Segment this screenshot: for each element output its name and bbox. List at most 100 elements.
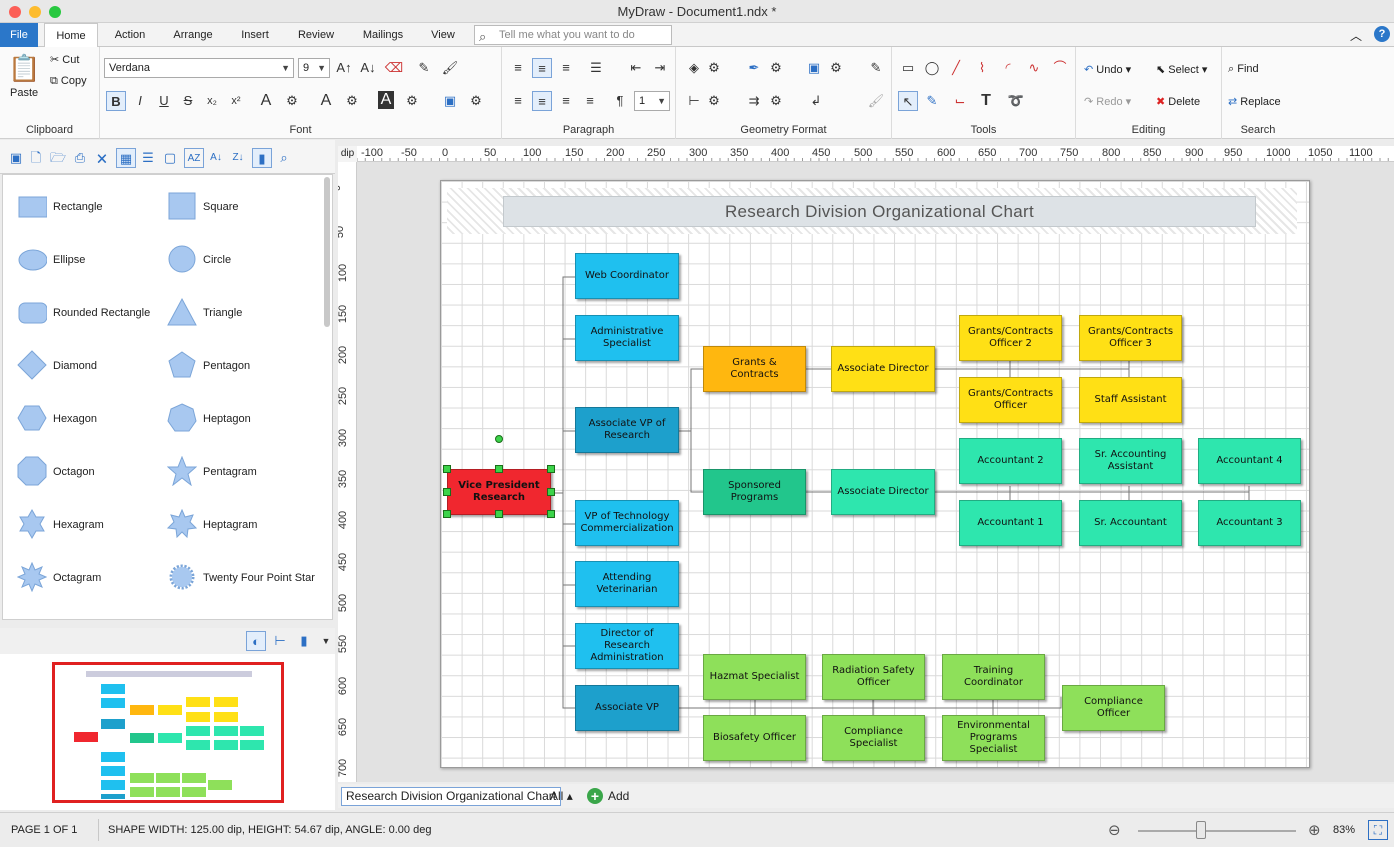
node-administrative-specialist[interactable]: Administrative Specialist xyxy=(575,315,679,361)
text-tool-icon[interactable]: T xyxy=(976,91,996,111)
tab-action[interactable]: Action xyxy=(104,23,156,47)
shape-item-hexagon[interactable]: Hexagon xyxy=(3,401,153,441)
tab-home[interactable]: Home xyxy=(44,23,98,48)
node-accountant-4[interactable]: Accountant 4 xyxy=(1198,438,1301,484)
node-biosafety-officer[interactable]: Biosafety Officer xyxy=(703,715,806,761)
node-associate-director-1[interactable]: Associate Director xyxy=(831,346,935,392)
align-right-icon[interactable]: ≡ xyxy=(556,91,576,111)
end-arrow-icon[interactable]: ⇉ xyxy=(744,91,764,111)
shape-item-diamond[interactable]: Diamond xyxy=(3,348,153,388)
delete-button[interactable]: ✖ Delete xyxy=(1156,95,1200,108)
all-pages-dropdown[interactable]: All ▴ xyxy=(550,789,573,803)
resize-handle-w[interactable] xyxy=(443,488,451,496)
open-library-icon[interactable]: 🗁 xyxy=(48,148,68,168)
shape-item-pentagram[interactable]: Pentagram xyxy=(153,454,303,494)
collapse-ribbon-icon[interactable]: ︿ xyxy=(1350,27,1362,44)
resize-handle-s[interactable] xyxy=(495,510,503,518)
node-accountant-3[interactable]: Accountant 3 xyxy=(1198,500,1301,546)
shapes-scrollbar[interactable] xyxy=(324,177,330,327)
chevron-down-icon[interactable]: ▼ xyxy=(316,631,336,651)
align-left-icon[interactable]: ≡ xyxy=(508,91,528,111)
freeform-tool-icon[interactable]: ⌒ xyxy=(1050,58,1070,78)
sort-descending-icon[interactable]: Z↓ xyxy=(228,148,248,168)
arc-tool-icon[interactable]: ◜ xyxy=(998,58,1018,78)
zoom-slider-track[interactable] xyxy=(1138,830,1296,832)
help-icon[interactable]: ? xyxy=(1374,26,1390,42)
node-compliance-specialist[interactable]: Compliance Specialist xyxy=(822,715,925,761)
font-family-select[interactable]: Verdana ▼ xyxy=(104,58,294,78)
book-icon[interactable]: ▮ xyxy=(294,631,314,651)
node-grants-officer[interactable]: Grants/Contracts Officer xyxy=(959,377,1062,423)
eyedropper-icon[interactable]: ✎ xyxy=(866,58,886,78)
node-web-coordinator[interactable]: Web Coordinator xyxy=(575,253,679,299)
zoom-in-icon[interactable]: ⊕ xyxy=(1308,821,1321,839)
node-associate-director-2[interactable]: Associate Director xyxy=(831,469,935,515)
node-staff-assistant[interactable]: Staff Assistant xyxy=(1079,377,1182,423)
redo-button[interactable]: ↷ Redo ▾ xyxy=(1084,95,1131,108)
rectangle-tool-icon[interactable]: ▭ xyxy=(898,58,918,78)
text-background-icon[interactable]: A xyxy=(378,91,394,109)
eyedropper-icon[interactable]: ✎ xyxy=(414,58,434,78)
node-accountant-2[interactable]: Accountant 2 xyxy=(959,438,1062,484)
shadow-icon[interactable]: ▣ xyxy=(440,91,460,111)
font-color-icon[interactable]: A xyxy=(256,91,276,111)
node-associate-vp-research[interactable]: Associate VP of Research xyxy=(575,407,679,453)
node-attending-veterinarian[interactable]: Attending Veterinarian xyxy=(575,561,679,607)
gear-icon[interactable]: ⚙ xyxy=(466,91,486,111)
resize-handle-e[interactable] xyxy=(547,488,555,496)
subscript-button[interactable]: x₂ xyxy=(202,91,222,111)
shape-item-heptagon[interactable]: Heptagon xyxy=(153,401,303,441)
strikethrough-button[interactable]: S xyxy=(178,91,198,111)
icon-view-icon[interactable]: ▢ xyxy=(160,148,180,168)
tab-arrange[interactable]: Arrange xyxy=(166,23,220,47)
close-library-icon[interactable]: 🗙 xyxy=(92,148,112,168)
resize-handle-n[interactable] xyxy=(495,465,503,473)
gear-icon[interactable]: ⚙ xyxy=(766,91,786,111)
paragraph-mark-icon[interactable]: ¶ xyxy=(610,91,630,111)
resize-handle-nw[interactable] xyxy=(443,465,451,473)
shape-item-triangle[interactable]: Triangle xyxy=(153,295,303,335)
tab-file[interactable]: File xyxy=(0,23,38,47)
zoom-slider-knob[interactable] xyxy=(1196,821,1206,839)
shape-item-octagon[interactable]: Octagon xyxy=(3,454,153,494)
grid-view-icon[interactable]: ▦ xyxy=(116,148,136,168)
line-color-icon[interactable]: ✒ xyxy=(744,58,764,78)
node-grants-officer-3[interactable]: Grants/Contracts Officer 3 xyxy=(1079,315,1182,361)
shape-item-pentagon[interactable]: Pentagon xyxy=(153,348,303,388)
node-radiation-safety-officer[interactable]: Radiation Safety Officer xyxy=(822,654,925,700)
align-middle-icon[interactable]: ≡ xyxy=(532,58,552,78)
gear-icon[interactable]: ⚙ xyxy=(704,91,724,111)
highlight-icon[interactable]: A xyxy=(316,91,336,111)
gear-icon[interactable]: ⚙ xyxy=(282,91,302,111)
node-grants-officer-2[interactable]: Grants/Contracts Officer 2 xyxy=(959,315,1062,361)
shape-item-hexagram[interactable]: Hexagram xyxy=(3,507,153,547)
new-library-icon[interactable]: 🗋 xyxy=(26,148,46,168)
node-hazmat-specialist[interactable]: Hazmat Specialist xyxy=(703,654,806,700)
resize-handle-se[interactable] xyxy=(547,510,555,518)
gear-icon[interactable]: ⚙ xyxy=(826,58,846,78)
copy-button[interactable]: ⧉ Copy xyxy=(50,75,87,88)
fill-icon[interactable]: ◈ xyxy=(684,58,704,78)
paste-icon[interactable]: 📋 xyxy=(8,53,40,83)
ellipse-tool-icon[interactable]: ◯ xyxy=(922,58,942,78)
gear-icon[interactable]: ⚙ xyxy=(402,91,422,111)
tab-review[interactable]: Review xyxy=(290,23,342,47)
add-page-button[interactable]: Add xyxy=(608,789,629,803)
shape-item-heptagram[interactable]: Heptagram xyxy=(153,507,303,547)
list-view-icon[interactable]: ☰ xyxy=(138,148,158,168)
bullets-icon[interactable]: ☰ xyxy=(586,58,606,78)
align-top-icon[interactable]: ≡ xyxy=(508,58,528,78)
bold-button[interactable]: B xyxy=(106,91,126,111)
node-vp-technology[interactable]: VP of Technology Commercialization xyxy=(575,500,679,546)
page-tab[interactable]: Research Division Organizational Chart xyxy=(341,787,562,806)
navigator-viewport[interactable] xyxy=(52,662,284,803)
shape-item-twenty-four-point-star[interactable]: Twenty Four Point Star xyxy=(153,560,323,600)
connections-icon[interactable]: ⊢ xyxy=(270,631,290,651)
line-tool-icon[interactable]: ╱ xyxy=(946,58,966,78)
underline-button[interactable]: U xyxy=(154,91,174,111)
tell-me-input[interactable]: ⌕ Tell me what you want to do xyxy=(474,25,672,45)
node-vice-president[interactable]: Vice President Research xyxy=(447,469,551,515)
node-sr-accounting-assistant[interactable]: Sr. Accounting Assistant xyxy=(1079,438,1182,484)
align-center-icon[interactable]: ≡ xyxy=(532,91,552,111)
gear-icon[interactable]: ⚙ xyxy=(704,58,724,78)
